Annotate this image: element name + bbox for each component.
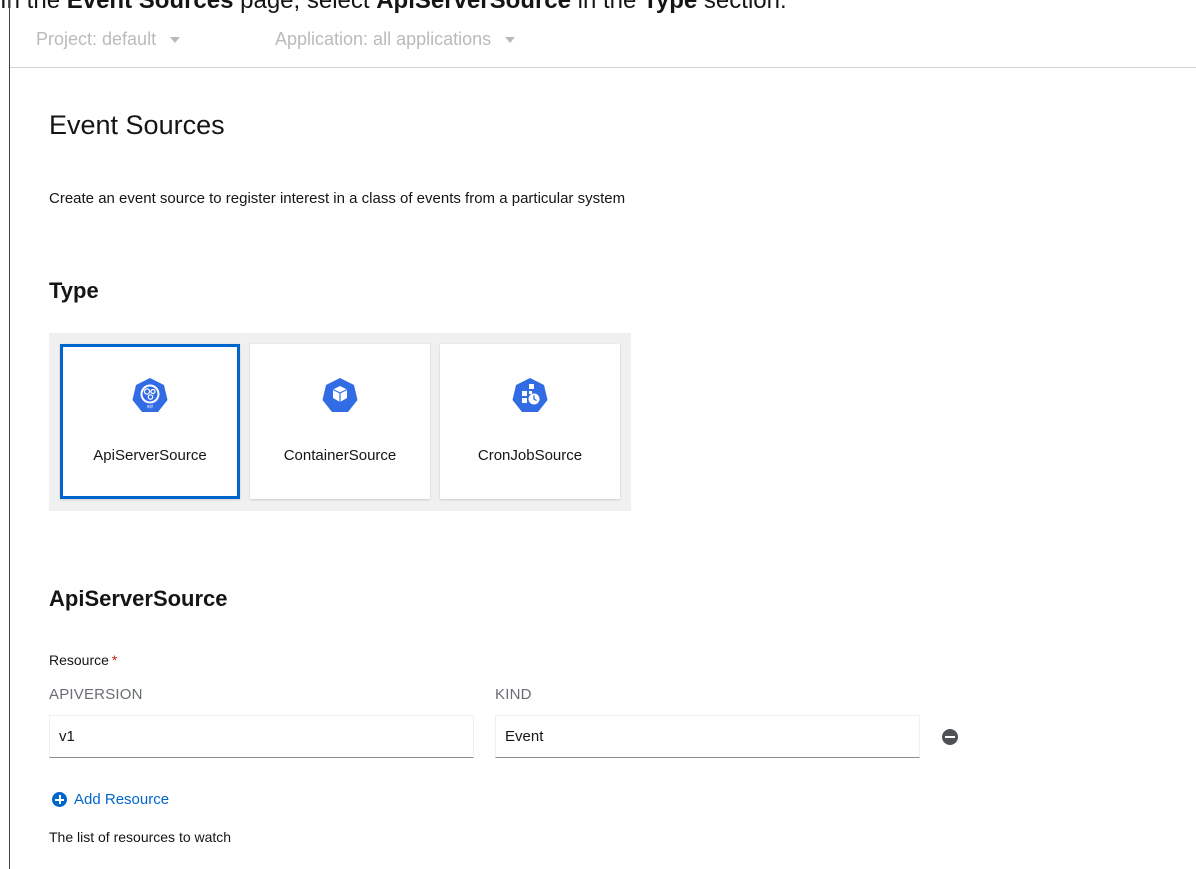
containersource-icon — [322, 378, 358, 412]
required-marker: * — [111, 652, 118, 668]
tile-label: ApiServerSource — [93, 447, 207, 464]
tile-apiserversource[interactable]: api ApiServerSource — [60, 344, 240, 499]
tile-label: ContainerSource — [283, 447, 397, 464]
caret-down-icon — [505, 36, 516, 43]
instruction-text: In the Event Sources page, select ApiSer… — [0, 0, 787, 14]
application-dropdown-label: Application: all applications — [275, 29, 492, 49]
add-resource-button[interactable]: Add Resource — [52, 791, 169, 808]
left-border — [9, 0, 10, 869]
type-heading: Type — [49, 278, 99, 303]
page-title: Event Sources — [49, 110, 225, 140]
svg-text:api: api — [147, 404, 154, 410]
apiserversource-icon: api — [132, 378, 168, 412]
type-tile-panel: api ApiServerSource ContainerSource Cron… — [49, 333, 631, 511]
remove-resource-icon[interactable] — [942, 729, 958, 745]
add-resource-label: Add Resource — [74, 791, 170, 808]
project-dropdown-label: Project: default — [36, 29, 157, 49]
caret-down-icon — [170, 36, 181, 43]
resource-label: Resource * — [49, 652, 118, 668]
context-bar: Project: default Application: all applic… — [10, 18, 1196, 68]
tile-containersource[interactable]: ContainerSource — [250, 344, 430, 499]
plus-circle-icon — [52, 792, 67, 807]
form-section-heading: ApiServerSource — [49, 586, 228, 611]
tile-label: CronJobSource — [477, 447, 583, 464]
page-description: Create an event source to register inter… — [49, 190, 626, 207]
apiversion-input[interactable]: v1 — [49, 715, 474, 758]
cronjobsource-icon — [512, 378, 548, 412]
apiversion-label: APIVERSION — [49, 686, 143, 703]
application-dropdown[interactable]: Application: all applications — [275, 29, 516, 50]
project-dropdown[interactable]: Project: default — [36, 29, 181, 50]
tile-cronjobsource[interactable]: CronJobSource — [440, 344, 620, 499]
kind-input[interactable]: Event — [495, 715, 920, 758]
resource-helper-text: The list of resources to watch — [49, 829, 232, 845]
kind-label: KIND — [495, 686, 532, 703]
